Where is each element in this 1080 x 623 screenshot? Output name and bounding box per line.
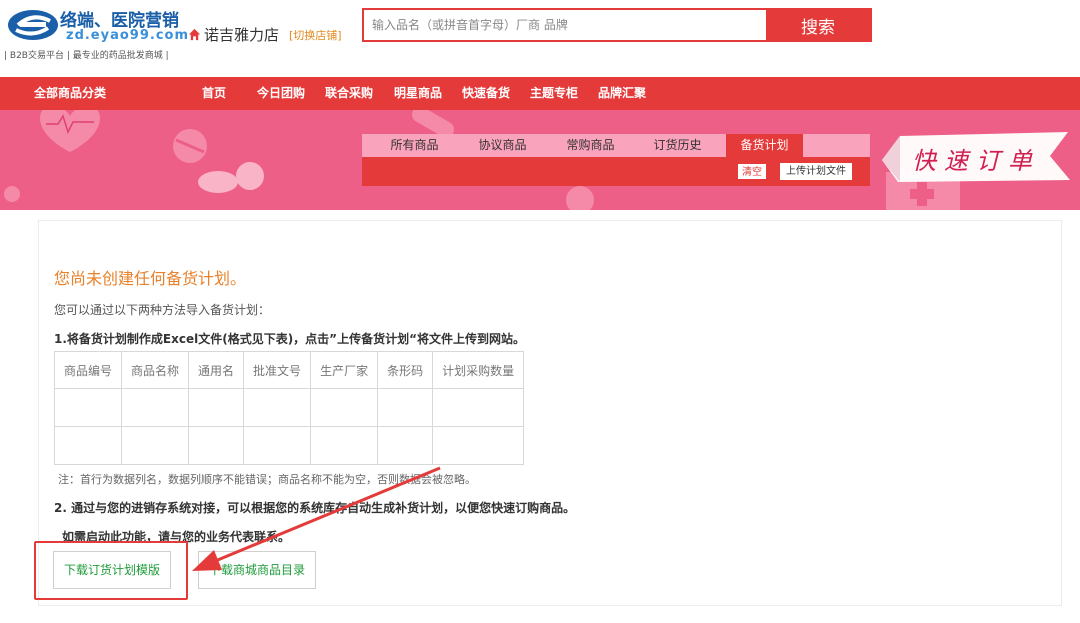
tab-all-products[interactable]: 所有商品 xyxy=(376,134,453,157)
search-bar: 搜索 xyxy=(362,8,872,42)
logo-domain: zd.eyao99.com xyxy=(66,28,190,43)
nav-item-star-products[interactable]: 明星商品 xyxy=(394,77,442,110)
download-catalog-button[interactable]: 下载商城商品目录 xyxy=(198,551,317,589)
table-cell xyxy=(432,388,525,427)
table-cell xyxy=(121,426,190,465)
tab-order-history[interactable]: 订货历史 xyxy=(639,134,716,157)
format-note: 注：首行为数据列名，数据列顺序不能错误；商品名称不能为空，否则数据会被忽略。 xyxy=(58,473,476,486)
order-tabs: 所有商品 协议商品 常购商品 订货历史 备货计划 清空 上传计划文件 xyxy=(362,134,870,186)
nav-item-group-buy[interactable]: 今日团购 xyxy=(257,77,305,110)
switch-store-link[interactable]: [切换店铺] xyxy=(289,27,342,43)
table-cell xyxy=(310,426,379,465)
home-icon xyxy=(188,28,201,41)
column-header: 商品编号 xyxy=(53,351,123,389)
nav-all-categories[interactable]: 全部商品分类 xyxy=(34,77,106,110)
nav-item-brands[interactable]: 品牌汇聚 xyxy=(598,77,646,110)
search-button[interactable]: 搜索 xyxy=(766,10,870,40)
column-header: 生产厂家 xyxy=(310,351,379,389)
nav-item-home[interactable]: 首页 xyxy=(202,77,226,110)
nav-item-quick-stock[interactable]: 快速备货 xyxy=(462,77,510,110)
tab-stock-plan[interactable]: 备货计划 xyxy=(726,134,803,157)
table-cell xyxy=(377,426,434,465)
tab-frequent-products[interactable]: 常购商品 xyxy=(552,134,629,157)
table-row xyxy=(53,426,525,465)
import-step-2: 2. 通过与您的进销存系统对接，可以根据您的系统库存自动生成补货计划，以便您快速… xyxy=(54,501,576,515)
logo-tagline: | B2B交易平台 | 最专业的药品批发商城 | xyxy=(4,51,169,61)
column-header: 条形码 xyxy=(377,351,434,389)
table-header-row: 商品编号 商品名称 通用名 批准文号 生产厂家 条形码 计划采购数量 xyxy=(53,351,525,389)
table-row xyxy=(53,388,525,427)
clear-button[interactable]: 清空 xyxy=(737,163,767,180)
tabs-bar: 所有商品 协议商品 常购商品 订货历史 备货计划 xyxy=(362,134,870,157)
empty-plan-title: 您尚未创建任何备货计划。 xyxy=(54,269,247,288)
search-input[interactable] xyxy=(364,10,766,40)
column-header: 计划采购数量 xyxy=(432,351,525,389)
main-nav: 全部商品分类 首页 今日团购 联合采购 明星商品 快速备货 主题专柜 品牌汇聚 xyxy=(0,77,1080,110)
tabs-panel: 清空 上传计划文件 xyxy=(362,157,870,186)
page: 络端、医院营销 zd.eyao99.com | B2B交易平台 | 最专业的药品… xyxy=(0,0,1080,623)
table-cell xyxy=(243,388,312,427)
table-cell xyxy=(121,388,190,427)
plan-format-table: 商品编号 商品名称 通用名 批准文号 生产厂家 条形码 计划采购数量 xyxy=(53,351,525,465)
column-header: 通用名 xyxy=(188,351,245,389)
table-cell xyxy=(377,388,434,427)
column-header: 批准文号 xyxy=(243,351,312,389)
table-cell xyxy=(53,426,123,465)
nav-item-theme-counter[interactable]: 主题专柜 xyxy=(530,77,578,110)
table-cell xyxy=(188,388,245,427)
site-logo[interactable]: 络端、医院营销 zd.eyao99.com | B2B交易平台 | 最专业的药品… xyxy=(4,4,188,64)
tab-agreement-products[interactable]: 协议商品 xyxy=(464,134,541,157)
logo-mark-icon xyxy=(8,10,58,40)
upload-plan-button[interactable]: 上传计划文件 xyxy=(780,163,852,180)
quick-order-title: 快速订单 xyxy=(912,147,1040,175)
store-selector: 诺吉雅力店 [切换店铺] xyxy=(188,24,342,45)
table-cell xyxy=(243,426,312,465)
table-cell xyxy=(188,426,245,465)
nav-item-joint-purchase[interactable]: 联合采购 xyxy=(325,77,373,110)
banner: 所有商品 协议商品 常购商品 订货历史 备货计划 清空 上传计划文件 快速订单 xyxy=(0,110,1080,210)
import-intro: 您可以通过以下两种方法导入备货计划： xyxy=(54,303,271,317)
table-cell xyxy=(53,388,123,427)
table-cell xyxy=(310,388,379,427)
quick-order-badge: 快速订单 xyxy=(878,128,1074,184)
column-header: 商品名称 xyxy=(121,351,190,389)
table-cell xyxy=(432,426,525,465)
import-step-1: 1.将备货计划制作成Excel文件(格式见下表)，点击”上传备货计划“将文件上传… xyxy=(54,332,525,346)
highlight-annotation-box xyxy=(34,541,188,600)
store-name: 诺吉雅力店 xyxy=(204,26,280,44)
heart-icon xyxy=(40,110,100,152)
